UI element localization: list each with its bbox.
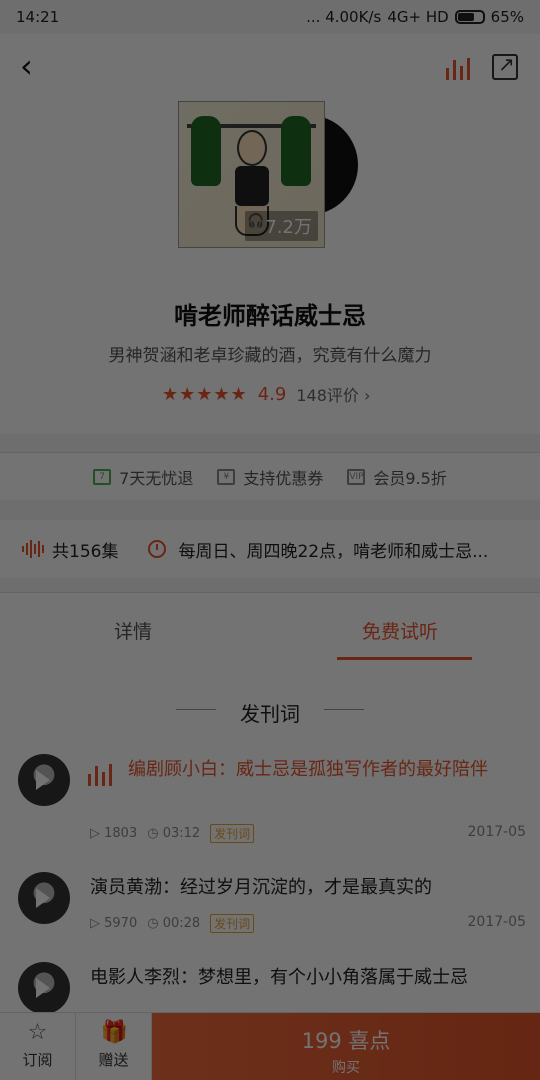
review-count-link[interactable]: 148评价 › — [296, 382, 370, 406]
bottle-right — [281, 116, 311, 186]
star-icon: ☆ — [27, 1020, 48, 1045]
duration: ◷ 03:12 — [147, 826, 201, 841]
signal-label: 4G+ HD — [387, 8, 449, 26]
tab-details[interactable]: 详情 — [114, 617, 152, 644]
album-subtitle: 男神贺涵和老卓珍藏的酒，究竟有什么魔力 — [108, 346, 432, 366]
avatar[interactable] — [18, 872, 70, 924]
update-schedule: 每周日、周四晚22点，啃老师和威士忌... — [178, 541, 489, 562]
cover-art: 7.2万 — [178, 101, 325, 248]
battery-level: 65% — [490, 8, 524, 26]
album-header: ‹ 7.2万 啃老师醉话威士忌 男神贺涵和老卓珍藏的酒，究竟有什么魔力 ★★★★… — [0, 34, 540, 434]
active-tab-indicator — [337, 657, 472, 660]
episode-info-bar[interactable]: 共156集 每周日、周四晚22点，啃老师和威士忌... — [0, 520, 540, 578]
episode-list: 发刊词 编剧顾小白：威士忌是孤独写作者的最好陪伴 ▷ 1803 ◷ 03:12 … — [0, 662, 540, 1012]
list-item[interactable]: 演员黄渤：经过岁月沉淀的，才是最真实的 ▷ 5970 ◷ 00:28 发刊词 2… — [0, 872, 540, 942]
rating-row[interactable]: ★★★★★ 4.9 148评价 › — [162, 382, 370, 406]
vip-icon: VIP — [347, 468, 366, 485]
album-cover[interactable]: 7.2万 — [178, 101, 363, 251]
play-icon — [36, 978, 50, 998]
section-title: 发刊词 — [240, 702, 300, 726]
now-playing-icon — [88, 764, 112, 786]
rating-score: 4.9 — [257, 383, 287, 405]
episode-title[interactable]: 编剧顾小白：威士忌是孤独写作者的最好陪伴 — [128, 756, 508, 783]
star-rating: ★★★★★ — [162, 383, 248, 405]
perk-coupon: ¥ 支持优惠券 — [217, 465, 323, 489]
avatar[interactable] — [18, 962, 70, 1012]
episode-date: 2017-05 — [467, 824, 527, 840]
play-count: 7.2万 — [245, 211, 318, 241]
bottom-action-bar: ☆ 订阅 🎁 赠送 199 喜点 购买 — [0, 1012, 540, 1080]
subscribe-button[interactable]: ☆ 订阅 — [0, 1013, 76, 1080]
coupon-icon: ¥ — [217, 468, 236, 485]
perk-vip: VIP 会员9.5折 — [347, 468, 447, 488]
refund-icon: 7 — [93, 468, 112, 485]
perks-bar: 7 7天无忧退 ¥ 支持优惠券 VIP 会员9.5折 — [0, 452, 540, 500]
gift-button[interactable]: 🎁 赠送 — [76, 1013, 152, 1080]
list-item[interactable]: 编剧顾小白：威士忌是孤独写作者的最好陪伴 ▷ 1803 ◷ 03:12 发刊词 … — [0, 754, 540, 844]
share-icon[interactable] — [492, 52, 518, 80]
clock-icon — [148, 540, 167, 558]
avatar[interactable] — [18, 754, 70, 806]
episode-meta: ▷ 1803 ◷ 03:12 发刊词 — [90, 824, 255, 843]
perk-refund: 7 7天无忧退 — [93, 465, 193, 489]
tab-bar: 详情 免费试听 — [0, 592, 540, 662]
episode-title[interactable]: 电影人李烈：梦想里，有个小小角落属于威士忌 — [90, 964, 500, 991]
episode-title[interactable]: 演员黄渤：经过岁月沉淀的，才是最真实的 — [90, 874, 432, 901]
playing-bars-icon[interactable] — [446, 58, 470, 80]
tab-free-trial[interactable]: 免费试听 — [362, 617, 438, 644]
network-speed: ... 4.00K/s — [306, 8, 382, 26]
status-right: ... 4.00K/s 4G+ HD 65% — [306, 8, 524, 26]
album-title: 啃老师醉话威士忌 — [174, 302, 366, 330]
status-bar: 14:21 ... 4.00K/s 4G+ HD 65% — [0, 0, 540, 34]
play-icon — [36, 888, 50, 908]
episode-count: 共156集 — [22, 537, 118, 562]
play-count: ▷ 1803 — [90, 826, 138, 841]
episode-date: 2017-05 — [467, 914, 527, 930]
buy-label: 购买 — [332, 1060, 360, 1076]
episode-badge: 发刊词 — [210, 824, 255, 843]
audio-wave-icon — [22, 540, 44, 558]
price-label: 199 喜点 — [301, 1029, 391, 1053]
play-count: ▷ 5970 — [90, 916, 138, 931]
status-time: 14:21 — [16, 8, 60, 26]
gift-icon: 🎁 — [100, 1020, 128, 1045]
battery-icon — [454, 10, 485, 24]
pause-icon — [36, 770, 50, 790]
back-icon[interactable]: ‹ — [20, 50, 48, 82]
duration: ◷ 00:28 — [147, 916, 201, 931]
list-item[interactable]: 电影人李烈：梦想里，有个小小角落属于威士忌 — [0, 962, 540, 1012]
divider — [324, 709, 364, 710]
bottle-left — [191, 116, 221, 186]
buy-button[interactable]: 199 喜点 购买 — [152, 1013, 540, 1080]
episode-badge: 发刊词 — [210, 914, 255, 933]
episode-meta: ▷ 5970 ◷ 00:28 发刊词 — [90, 914, 255, 933]
